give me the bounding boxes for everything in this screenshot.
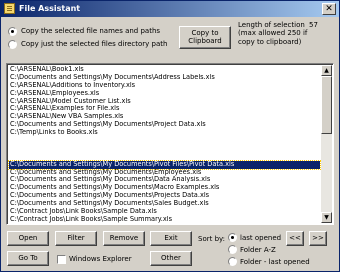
file-list-item[interactable]: C:\Documents and Settings\My Documents\M… xyxy=(9,184,320,192)
filter-button[interactable]: Filter xyxy=(55,231,97,246)
radio-copy-directory-label: Copy just the selected files directory p… xyxy=(21,40,168,48)
file-list-item[interactable]: C:\Contract Jobs\Link Books\Sample Summa… xyxy=(9,216,320,224)
sort-folder-az-radio[interactable] xyxy=(228,245,237,254)
scroll-down-icon[interactable]: ▼ xyxy=(321,212,332,223)
sort-folder-az-label: Folder A-Z xyxy=(240,246,276,254)
title-bar: File Assistant ✕ xyxy=(1,1,339,17)
windows-explorer-label: Windows Explorer xyxy=(69,255,132,263)
remove-button[interactable]: Remove xyxy=(103,231,145,246)
sort-folder-last-opened-radio[interactable] xyxy=(228,257,237,266)
file-listbox[interactable]: C:\ARSENAL\Book1.xls C:\Documents and Set… xyxy=(6,63,334,225)
selection-length-value: 57 xyxy=(309,21,318,29)
file-list-item[interactable]: C:\Documents and Settings\My Documents\D… xyxy=(9,176,320,184)
close-button[interactable]: ✕ xyxy=(322,3,336,15)
next-button[interactable]: >> xyxy=(309,231,327,246)
exit-button[interactable]: Exit xyxy=(150,231,192,246)
radio-copy-names-paths[interactable] xyxy=(8,27,17,36)
go-to-button[interactable]: Go To xyxy=(7,251,49,266)
file-list-item[interactable]: C:\Contract Jobs\Link Books\Translation … xyxy=(9,224,320,225)
vertical-scrollbar[interactable]: ▲ ▼ xyxy=(321,65,332,223)
file-list-item[interactable]: C:\Documents and Settings\My Documents\E… xyxy=(9,169,320,177)
file-list-item[interactable]: C:\Documents and Settings\My Documents\P… xyxy=(8,159,321,170)
sort-folder-last-opened-label: Folder - last opened xyxy=(240,258,310,266)
open-button[interactable]: Open xyxy=(7,231,49,246)
file-assistant-window: File Assistant ✕ Copy the selected file … xyxy=(0,0,340,272)
file-list: C:\ARSENAL\Book1.xls C:\Documents and Set… xyxy=(8,66,321,225)
windows-explorer-checkbox[interactable] xyxy=(57,255,66,264)
file-list-item[interactable]: C:\ARSENAL\Additions to Inventory.xls xyxy=(9,82,320,90)
app-icon xyxy=(4,3,15,14)
file-list-item[interactable]: C:\ARSENAL\Model Customer List.xls xyxy=(9,98,320,106)
file-list-item[interactable]: C:\Contract Jobs\Link Books\Sample Data.… xyxy=(9,208,320,216)
file-list-item[interactable] xyxy=(9,153,320,161)
previous-button[interactable]: << xyxy=(286,231,304,246)
window-title: File Assistant xyxy=(19,4,81,13)
scroll-up-icon[interactable]: ▲ xyxy=(321,65,332,76)
other-button[interactable]: Other xyxy=(150,251,192,266)
copy-to-clipboard-button[interactable]: Copy to Clipboard xyxy=(179,26,231,49)
sort-last-opened-radio[interactable] xyxy=(228,233,237,242)
sort-by-label: Sort by: xyxy=(198,235,226,243)
file-list-item[interactable]: C:\Documents and Settings\My Documents\S… xyxy=(9,200,320,208)
selection-length-note: Length of selection (max allowed 250 if … xyxy=(238,21,308,46)
file-list-item[interactable]: C:\Documents and Settings\My Documents\P… xyxy=(9,192,320,200)
radio-copy-names-paths-label: Copy the selected file names and paths xyxy=(21,27,161,35)
file-list-item[interactable]: C:\ARSENAL\Examples for File.xls xyxy=(9,105,320,113)
file-list-item[interactable] xyxy=(9,145,320,153)
scroll-thumb[interactable] xyxy=(321,76,332,134)
file-list-item[interactable]: C:\ARSENAL\Book1.xls xyxy=(9,66,320,74)
file-list-item[interactable] xyxy=(9,137,320,145)
radio-copy-directory[interactable] xyxy=(8,40,17,49)
file-list-item[interactable]: C:\ARSENAL\New VBA Samples.xls xyxy=(9,113,320,121)
sort-last-opened-label: last opened xyxy=(240,234,282,242)
file-list-item[interactable]: C:\Documents and Settings\My Documents\P… xyxy=(9,121,320,129)
file-list-item[interactable]: C:\Temp\Links to Books.xls xyxy=(9,129,320,137)
file-list-item[interactable]: C:\Documents and Settings\My Documents\A… xyxy=(9,74,320,82)
file-list-item[interactable]: C:\ARSENAL\Employees.xls xyxy=(9,90,320,98)
